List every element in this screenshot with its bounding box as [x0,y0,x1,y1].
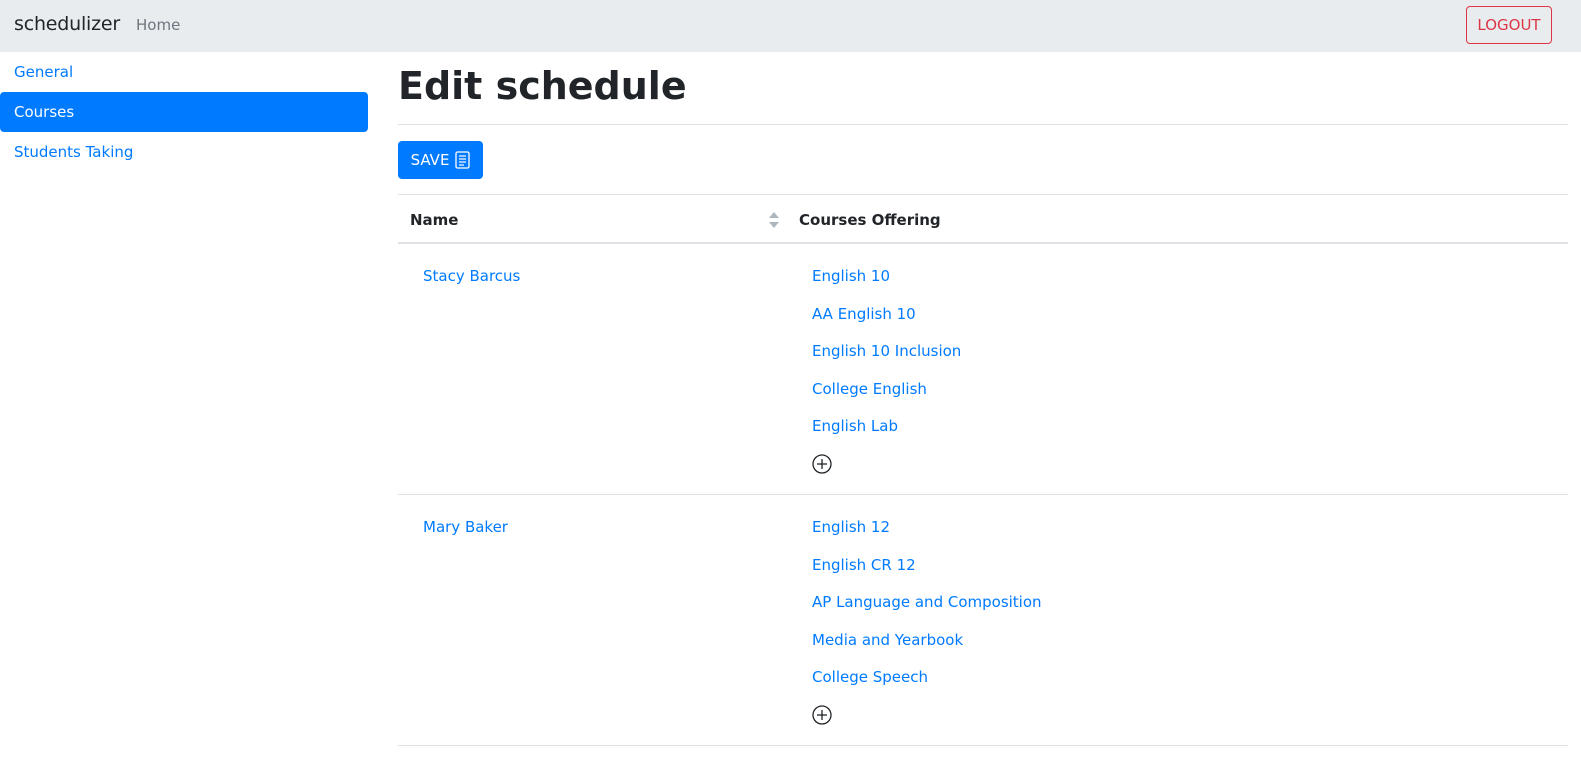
course-link[interactable]: AA English 10 [812,305,961,343]
course-list: English 12 English CR 12 AP Language and… [812,518,1042,706]
course-list: English 10 AA English 10 English 10 Incl… [812,267,961,455]
teacher-name-link[interactable]: Stacy Barcus [423,267,520,285]
page-title: Edit schedule [398,64,687,108]
course-link[interactable]: English 10 [812,267,961,305]
course-link[interactable]: Media and Yearbook [812,631,1042,669]
course-link[interactable]: English 12 [812,518,1042,556]
column-header-courses: Courses Offering [799,211,941,229]
nav-home-link[interactable]: Home [136,16,180,34]
sidebar-item-general[interactable]: General [0,52,368,92]
navbar: schedulizer Home LOGOUT [0,0,1581,52]
teacher-name-link[interactable]: Mary Baker [423,518,508,536]
table-row: Stacy Barcus English 10 AA English 10 En… [398,244,1568,495]
document-icon [455,151,471,169]
sidebar-item-courses[interactable]: Courses [0,92,368,132]
table-header: Name Courses Offering [398,194,1568,244]
title-divider [398,124,1568,125]
save-button-label: SAVE [410,151,450,169]
column-header-name[interactable]: Name [410,211,458,229]
add-course-icon[interactable] [812,705,832,725]
sort-icon[interactable] [768,211,780,229]
course-link[interactable]: English Lab [812,417,961,455]
course-link[interactable]: College English [812,380,961,418]
logout-button[interactable]: LOGOUT [1466,6,1552,44]
course-link[interactable]: English CR 12 [812,556,1042,594]
table-row: Mary Baker English 12 English CR 12 AP L… [398,495,1568,746]
course-link[interactable]: College Speech [812,668,1042,706]
sidebar-item-students-taking[interactable]: Students Taking [0,132,368,172]
brand-link[interactable]: schedulizer [14,13,120,35]
course-link[interactable]: AP Language and Composition [812,593,1042,631]
course-link[interactable]: English 10 Inclusion [812,342,961,380]
add-course-icon[interactable] [812,454,832,474]
save-button[interactable]: SAVE [398,141,483,179]
